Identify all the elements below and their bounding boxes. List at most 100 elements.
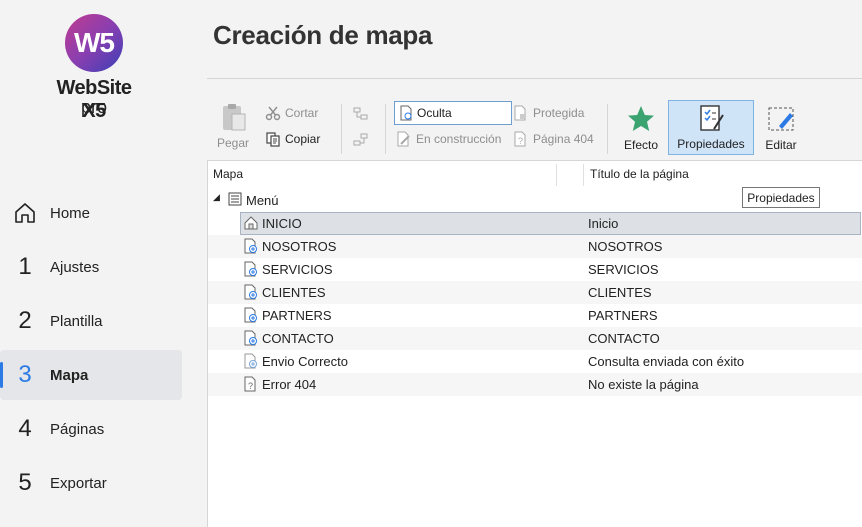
home-icon: [0, 201, 50, 225]
nav-item-ajustes[interactable]: 1 Ajustes: [0, 242, 182, 292]
home-page-icon: [244, 216, 258, 230]
nav-item-mapa[interactable]: 3 Mapa: [0, 350, 182, 400]
hidden-page-icon: [400, 105, 412, 121]
tree-root-label: Menú: [246, 193, 279, 208]
page-name: CLIENTES: [262, 285, 326, 300]
tree-row[interactable]: NOSOTROS NOSOTROS: [208, 235, 862, 258]
edit-icon: [768, 107, 794, 131]
protected-label: Protegida: [533, 106, 585, 120]
star-icon: [628, 106, 654, 131]
error-page-icon: ?: [244, 376, 256, 392]
tree-row[interactable]: CLIENTES CLIENTES: [208, 281, 862, 304]
indent-button[interactable]: [353, 104, 375, 124]
under-construction-button[interactable]: En construcción: [396, 129, 501, 149]
page-name: Error 404: [262, 377, 317, 392]
column-header-map[interactable]: Mapa: [213, 161, 243, 187]
page-icon: [244, 238, 257, 254]
menu-icon: [228, 192, 242, 206]
copy-button[interactable]: Copiar: [265, 129, 320, 149]
tree-row[interactable]: ? Error 404 No existe la página: [208, 373, 862, 396]
selection-highlight: [240, 212, 861, 235]
tree-row[interactable]: CONTACTO CONTACTO: [208, 327, 862, 350]
copy-label: Copiar: [285, 132, 321, 146]
properties-button[interactable]: Propiedades: [668, 100, 754, 155]
edit-label: Editar: [765, 138, 797, 152]
tooltip: Propiedades: [742, 187, 820, 208]
properties-label: Propiedades: [677, 137, 745, 151]
tree-row[interactable]: PARTNERS PARTNERS: [208, 304, 862, 327]
under-construction-label: En construcción: [416, 132, 502, 146]
cut-button[interactable]: Cortar: [265, 103, 318, 123]
step-number: 2: [18, 307, 32, 334]
paste-button[interactable]: Pegar: [213, 102, 253, 150]
page-icon: [244, 261, 257, 277]
page-404-label: Página 404: [533, 132, 594, 146]
page-name: Envio Correcto: [262, 354, 348, 369]
nav-item-exportar[interactable]: 5 Exportar: [0, 458, 182, 508]
nav-label: Páginas: [50, 420, 105, 438]
page-title-cell: NOSOTROS: [588, 239, 663, 254]
page-title: Creación de mapa: [213, 20, 433, 50]
tree-row[interactable]: INICIO Inicio: [208, 212, 862, 235]
protected-button[interactable]: Protegida: [513, 103, 584, 123]
cut-label: Cortar: [285, 106, 319, 120]
error-page-icon: ?: [514, 131, 526, 147]
step-number: 3: [18, 361, 32, 388]
nav-label: Exportar: [50, 474, 107, 492]
page-icon: [244, 330, 257, 346]
logo-mark: W5: [65, 14, 123, 72]
step-number: 4: [18, 415, 32, 442]
effect-label: Efecto: [623, 138, 659, 152]
tree-row[interactable]: Envio Correcto Consulta enviada con éxit…: [208, 350, 862, 373]
page-name: SERVICIOS: [262, 262, 333, 277]
page-name: NOSOTROS: [262, 239, 337, 254]
edit-button[interactable]: Editar: [760, 102, 802, 152]
page-title-cell: PARTNERS: [588, 308, 658, 323]
lock-page-icon: [514, 105, 526, 121]
page-icon: [244, 284, 257, 300]
scissors-icon: [265, 106, 281, 121]
page-icon: [244, 307, 257, 323]
toolbar-separator: [341, 104, 342, 154]
nav-item-home[interactable]: Home: [0, 188, 182, 238]
collapse-arrow-icon[interactable]: ◢: [213, 192, 220, 203]
paste-label: Pegar: [216, 136, 250, 150]
step-nav: Home 1 Ajustes 2 Plantilla 3 Mapa 4 Pági…: [0, 188, 207, 512]
hidden-label: Oculta: [417, 106, 452, 120]
logo-edition: pro: [80, 97, 107, 117]
page-title-cell: No existe la página: [588, 377, 699, 392]
page-title-cell: Consulta enviada con éxito: [588, 354, 745, 369]
effect-button[interactable]: Efecto: [619, 102, 663, 152]
page-404-button[interactable]: ? Página 404: [513, 129, 594, 149]
clipboard-icon: [223, 104, 246, 131]
page-title-cell: SERVICIOS: [588, 262, 659, 277]
column-divider: [556, 164, 557, 186]
page-name: PARTNERS: [262, 308, 332, 323]
svg-text:?: ?: [518, 136, 523, 146]
hidden-button[interactable]: Oculta: [394, 101, 512, 125]
page-name: CONTACTO: [262, 331, 334, 346]
properties-icon: [700, 105, 724, 131]
page-title-cell: CLIENTES: [588, 285, 652, 300]
tree-row[interactable]: SERVICIOS SERVICIOS: [208, 258, 862, 281]
step-number: 1: [18, 253, 32, 280]
nav-label: Mapa: [50, 366, 89, 384]
nav-item-plantilla[interactable]: 2 Plantilla: [0, 296, 182, 346]
indent-icon: [353, 107, 368, 120]
toolbar-separator: [385, 104, 386, 154]
nav-label: Ajustes: [50, 258, 100, 276]
sidebar: W5 WebSite X5 pro Home 1 Ajustes 2 Plant…: [0, 0, 207, 527]
site-map-panel: Mapa Título de la página ◢ Menú INICIO I…: [207, 160, 862, 527]
construction-icon: [397, 131, 410, 147]
nav-label: Plantilla: [50, 312, 103, 330]
toolbar: Pegar Cortar Copiar Oculta En construcci…: [207, 96, 862, 158]
page-title-cell: Inicio: [588, 216, 619, 231]
nav-item-paginas[interactable]: 4 Páginas: [0, 404, 182, 454]
step-number: 5: [18, 469, 32, 496]
svg-text:?: ?: [248, 381, 253, 391]
copy-icon: [266, 132, 280, 147]
outdent-button[interactable]: [353, 130, 375, 150]
page-name: INICIO: [262, 216, 302, 231]
hidden-page-icon: [244, 353, 257, 369]
column-header-title[interactable]: Título de la página: [590, 161, 689, 187]
